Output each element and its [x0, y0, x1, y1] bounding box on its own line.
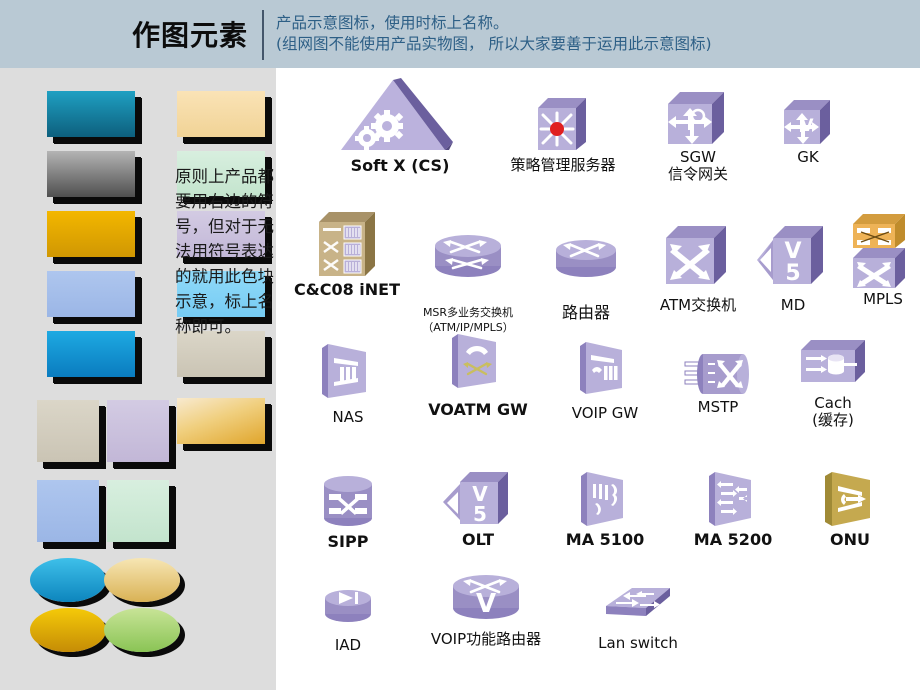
swatch-oval-blue[interactable]: [30, 558, 106, 602]
icon-gallery: Soft X (CS) 策略管理服务器 SGW 信令网关 V GK C&C08 …: [283, 68, 920, 690]
ma-5200-icon: [673, 466, 793, 530]
msr-switch-icon: [403, 228, 533, 280]
swatch-teal[interactable]: [47, 91, 135, 137]
iad-icon: [293, 580, 403, 628]
ma-5100-icon: [545, 466, 665, 530]
icon-cell-ma-5100[interactable]: MA 5100: [545, 466, 665, 549]
icon-label-sgw-2: 信令网关: [667, 165, 728, 183]
sgw-icon: [638, 88, 758, 148]
swatch-cream[interactable]: [177, 91, 265, 137]
lan-switch-icon: [573, 578, 703, 626]
icon-cell-mpls[interactable]: MPLS: [828, 208, 920, 307]
sidebar-note: 原则上产品都要用右边的符号，但对于无法用符号表达的就用此色块示意，标上名称即可。: [175, 167, 274, 336]
swatch-blue[interactable]: [47, 331, 135, 377]
cc08-inet-icon: [287, 208, 407, 280]
icon-cell-iad[interactable]: IAD: [293, 580, 403, 653]
icon-cell-voip-router[interactable]: V VOIP功能路由器: [401, 568, 571, 647]
swatch-oval-gold[interactable]: [30, 608, 106, 652]
icon-cell-voip-gw[interactable]: VOIP GW: [545, 336, 665, 421]
icon-label-soft-x-cs: Soft X (CS): [350, 156, 450, 175]
swatch-mint-tall[interactable]: [107, 480, 169, 542]
swatch-gray[interactable]: [47, 151, 135, 197]
icon-label-router: 路由器: [561, 303, 610, 322]
icon-label-cc08-inet: C&C08 iNET: [294, 280, 400, 299]
nas-icon: [293, 338, 403, 400]
icon-cell-ma-5200[interactable]: MA 5200: [673, 466, 793, 549]
icon-cell-policy-server[interactable]: 策略管理服务器: [488, 78, 638, 173]
icon-label-voip-router: VOIP功能路由器: [430, 630, 542, 648]
icon-label-cach-2: (缓存): [812, 411, 854, 429]
router-icon: [531, 233, 641, 281]
swatch-periwinkle[interactable]: [47, 271, 135, 317]
icon-cell-router[interactable]: 路由器: [531, 233, 641, 322]
icon-label-mpls: MPLS: [863, 290, 903, 308]
soft-x-cs-icon: [305, 78, 495, 156]
icon-cell-voatm-gw[interactable]: VOATM GW: [413, 328, 543, 419]
palette-sidebar: 原则上产品都要用右边的符号，但对于无法用符号表达的就用此色块示意，标上名称即可。: [0, 68, 276, 690]
icon-label-policy-server: 策略管理服务器: [510, 156, 616, 174]
icon-label-gk: GK: [797, 148, 819, 166]
swatch-gold[interactable]: [47, 211, 135, 257]
swatch-lavender-tall[interactable]: [107, 400, 169, 462]
olt-icon: V 5: [418, 466, 538, 530]
sipp-icon: [293, 468, 403, 530]
header-note: 产品示意图标，使用时标上名称。 (组网图不能使用产品实物图， 所以大家要善于运用…: [264, 13, 920, 55]
icon-cell-sgw[interactable]: SGW 信令网关: [638, 88, 758, 182]
icon-cell-gk[interactable]: V GK: [753, 94, 863, 165]
icon-cell-cach[interactable]: Cach (缓存): [778, 336, 888, 428]
icon-label-onu: ONU: [830, 530, 870, 549]
icon-label-cach-1: Cach: [814, 394, 852, 412]
icon-label-olt: OLT: [461, 530, 495, 549]
icon-label-iad: IAD: [334, 636, 362, 654]
header-note-line1: 产品示意图标，使用时标上名称。: [276, 14, 509, 32]
voip-router-icon: V: [401, 568, 571, 626]
svg-text:5: 5: [473, 502, 487, 526]
page-header: 作图元素 产品示意图标，使用时标上名称。 (组网图不能使用产品实物图， 所以大家…: [0, 0, 920, 68]
icon-label-ma-5200: MA 5200: [693, 530, 773, 549]
mstp-icon: [663, 346, 773, 398]
icon-label-sipp: SIPP: [327, 532, 369, 551]
onu-icon: [795, 466, 905, 530]
icon-label-nas: NAS: [332, 408, 364, 426]
header-note-line2: (组网图不能使用产品实物图， 所以大家要善于运用此示意图标): [276, 35, 712, 53]
swatch-beige-tall[interactable]: [37, 400, 99, 462]
swatch-oval-sand[interactable]: [104, 558, 180, 602]
icon-label-mstp: MSTP: [697, 398, 739, 416]
icon-cell-cc08-inet[interactable]: C&C08 iNET: [287, 208, 407, 299]
icon-cell-soft-x-cs[interactable]: Soft X (CS): [305, 78, 495, 175]
icon-label-ma-5100: MA 5100: [565, 530, 645, 549]
icon-label-lan-switch: Lan switch: [598, 634, 678, 652]
icon-label-voip-gw: VOIP GW: [571, 404, 639, 422]
icon-cell-lan-switch[interactable]: Lan switch: [573, 578, 703, 651]
swatch-gold-gradient[interactable]: [177, 398, 265, 444]
svg-text:V: V: [800, 116, 814, 136]
swatch-periwinkle-tall[interactable]: [37, 480, 99, 542]
voip-gw-icon: [545, 336, 665, 396]
icon-cell-olt[interactable]: V 5 OLT: [418, 466, 538, 549]
icon-label-voatm-gw: VOATM GW: [428, 400, 528, 419]
swatch-oval-green[interactable]: [104, 608, 180, 652]
voatm-gw-icon: [413, 328, 543, 390]
svg-text:V: V: [476, 589, 496, 619]
policy-server-icon: [488, 78, 638, 156]
gk-icon: V: [753, 94, 863, 148]
icon-label-msr-switch-1: MSR多业务交换机: [422, 306, 514, 319]
cach-icon: [778, 336, 888, 388]
icon-cell-mstp[interactable]: MSTP: [663, 346, 773, 415]
mpls-icon: [828, 208, 920, 290]
icon-cell-nas[interactable]: NAS: [293, 338, 403, 425]
page-title: 作图元素: [131, 19, 248, 52]
svg-text:5: 5: [785, 261, 800, 286]
icon-cell-msr-switch[interactable]: MSR多业务交换机 （ATM/IP/MPLS）: [403, 228, 533, 334]
icon-cell-sipp[interactable]: SIPP: [293, 468, 403, 551]
icon-cell-onu[interactable]: ONU: [795, 466, 905, 549]
icon-label-sgw-1: SGW: [680, 148, 716, 166]
